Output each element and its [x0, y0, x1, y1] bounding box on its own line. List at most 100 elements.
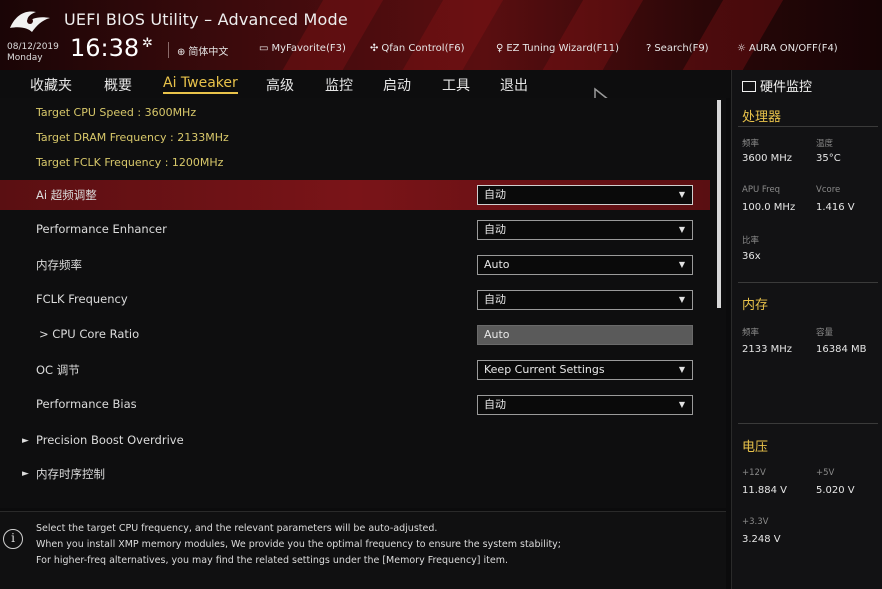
favorite-icon: ▭: [259, 43, 269, 54]
gear-icon[interactable]: ✲: [142, 36, 153, 51]
setting-performance-bias-label: Performance Bias: [36, 397, 137, 411]
date-text: 08/12/2019: [7, 42, 59, 52]
chevron-down-icon: ▼: [678, 190, 685, 199]
settings-panel: Target CPU Speed : 3600MHz Target DRAM F…: [0, 98, 726, 508]
help-line: For higher-freq alternatives, you may fi…: [36, 555, 508, 566]
language-button[interactable]: ⊕ 简体中文: [177, 43, 228, 58]
header-divider: [168, 42, 169, 58]
dropdown-value: Auto: [484, 258, 510, 271]
chevron-down-icon: ▼: [678, 365, 685, 374]
monitor-icon: [742, 81, 756, 92]
ai-overclock-tuner-dropdown[interactable]: 自动 ▼: [477, 185, 693, 205]
voltage-section-title: 电压: [742, 440, 769, 455]
globe-icon: ⊕: [177, 47, 186, 58]
header-decoration: [385, 0, 515, 70]
dropdown-value: 自动: [484, 293, 506, 306]
search-label: Search(F9): [654, 43, 709, 54]
main-menu-tabs: 收藏夹 概要 Ai Tweaker 高级 监控 启动 工具 退出: [0, 70, 730, 98]
myfavorite-label: MyFavorite(F3): [271, 43, 346, 54]
setting-cpu-core-ratio-label: > CPU Core Ratio: [39, 327, 140, 341]
dropdown-value: 自动: [484, 188, 506, 201]
submenu-precision-boost-overdrive[interactable]: Precision Boost Overdrive: [36, 433, 184, 447]
voltage-3v3-value: 3.248 V: [742, 534, 781, 545]
fan-icon: ✣: [370, 43, 379, 54]
aura-label: AURA ON/OFF(F4): [748, 43, 838, 54]
setting-fclk-frequency-label: FCLK Frequency: [36, 292, 128, 306]
vcore-value: 1.416 V: [816, 202, 855, 213]
ratio-value: 36x: [742, 251, 761, 262]
qfan-label: Qfan Control(F6): [381, 43, 465, 54]
cpu-temperature-value: 35°C: [816, 153, 841, 164]
search-button[interactable]: ? Search(F9): [646, 43, 709, 54]
hardware-monitor-title: 硬件监控: [742, 76, 812, 95]
chevron-down-icon: ▼: [678, 400, 685, 409]
voltage-5v-label: +5V: [816, 468, 835, 478]
wizard-icon: ♀: [496, 43, 504, 54]
dropdown-value: 自动: [484, 398, 506, 411]
voltage-5v-value: 5.020 V: [816, 485, 855, 496]
title-bar: UEFI BIOS Utility – Advanced Mode 08/12/…: [0, 0, 882, 70]
help-line: When you install XMP memory modules, We …: [36, 539, 562, 550]
ez-tuning-label: EZ Tuning Wizard(F11): [506, 43, 619, 54]
cpu-frequency-value: 3600 MHz: [742, 153, 793, 164]
help-line: Select the target CPU frequency, and the…: [36, 523, 438, 534]
date-display: 08/12/2019 Monday: [7, 42, 59, 64]
hardware-monitor-panel: 硬件监控 处理器 频率 温度 3600 MHz 35°C APU Freq Vc…: [731, 70, 882, 589]
memory-frequency-dropdown[interactable]: Auto ▼: [477, 255, 693, 275]
tab-ai-tweaker[interactable]: Ai Tweaker: [163, 75, 238, 94]
clock-time: 16:38: [70, 34, 140, 62]
hw-title-text: 硬件监控: [760, 80, 813, 95]
app-title: UEFI BIOS Utility – Advanced Mode: [64, 10, 348, 29]
memory-frequency-value: 2133 MHz: [742, 344, 793, 355]
apu-freq-value: 100.0 MHz: [742, 202, 796, 213]
tab-boot[interactable]: 启动: [383, 75, 411, 95]
apu-freq-label: APU Freq: [742, 185, 781, 195]
tab-favorites[interactable]: 收藏夹: [30, 75, 72, 95]
fclk-frequency-dropdown[interactable]: 自动 ▼: [477, 290, 693, 310]
performance-bias-dropdown[interactable]: 自动 ▼: [477, 395, 693, 415]
target-fclk-frequency: Target FCLK Frequency : 1200MHz: [36, 156, 224, 169]
scrollbar[interactable]: [717, 100, 721, 308]
submenu-memory-timing-control[interactable]: 内存时序控制: [36, 466, 105, 482]
setting-performance-enhancer-label: Performance Enhancer: [36, 222, 167, 236]
section-divider: [738, 282, 878, 283]
processor-section-title: 处理器: [742, 110, 782, 125]
memory-frequency-label: 频率: [742, 328, 760, 338]
voltage-12v-label: +12V: [742, 468, 766, 478]
expand-arrow-icon: ►: [22, 469, 29, 479]
tab-monitor[interactable]: 监控: [325, 75, 353, 95]
target-dram-frequency: Target DRAM Frequency : 2133MHz: [36, 131, 229, 144]
ez-tuning-wizard-button[interactable]: ♀ EZ Tuning Wizard(F11): [496, 43, 619, 54]
myfavorite-button[interactable]: ▭ MyFavorite(F3): [259, 43, 346, 54]
search-icon: ?: [646, 43, 652, 54]
target-cpu-speed: Target CPU Speed : 3600MHz: [36, 106, 197, 119]
dropdown-value: 自动: [484, 223, 506, 236]
tab-main[interactable]: 概要: [104, 75, 132, 95]
ratio-label: 比率: [742, 236, 760, 246]
cpu-temperature-label: 温度: [816, 139, 834, 149]
header-decoration: [665, 0, 795, 70]
memory-capacity-value: 16384 MB: [816, 344, 867, 355]
info-icon: i: [3, 529, 23, 549]
aura-button[interactable]: ☼ AURA ON/OFF(F4): [737, 43, 838, 54]
setting-ai-overclock-tuner-label: Ai 超频调整: [36, 188, 97, 202]
field-value: Auto: [484, 328, 510, 341]
day-text: Monday: [7, 53, 43, 63]
qfan-control-button[interactable]: ✣ Qfan Control(F6): [370, 43, 465, 54]
chevron-down-icon: ▼: [678, 260, 685, 269]
memory-capacity-label: 容量: [816, 328, 834, 338]
voltage-12v-value: 11.884 V: [742, 485, 788, 496]
language-label: 简体中文: [188, 47, 229, 58]
cpu-core-ratio-field: Auto: [477, 325, 693, 345]
tab-advanced[interactable]: 高级: [266, 75, 294, 95]
performance-enhancer-dropdown[interactable]: 自动 ▼: [477, 220, 693, 240]
setting-memory-frequency-label: 内存频率: [36, 258, 82, 272]
expand-arrow-icon: ►: [22, 436, 29, 446]
tab-tool[interactable]: 工具: [442, 75, 470, 95]
rog-logo-icon: [10, 11, 50, 32]
tab-exit[interactable]: 退出: [500, 75, 528, 95]
aura-icon: ☼: [737, 43, 746, 54]
chevron-down-icon: ▼: [678, 295, 685, 304]
section-divider: [738, 126, 878, 127]
oc-tuning-dropdown[interactable]: Keep Current Settings ▼: [477, 360, 693, 380]
